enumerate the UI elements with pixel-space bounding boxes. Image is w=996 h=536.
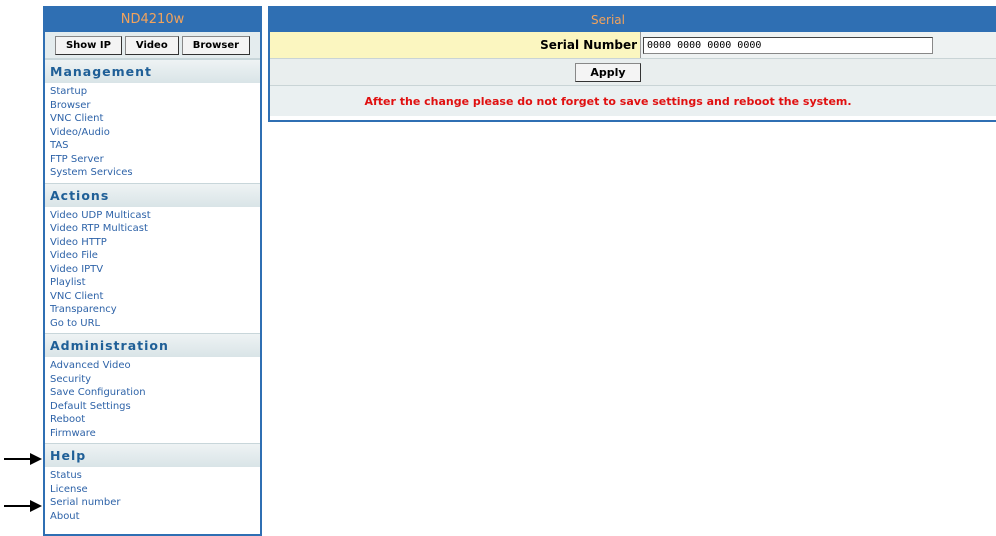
serial-number-label: Serial Number: [270, 32, 641, 58]
sidebar-item-video-audio[interactable]: Video/Audio: [50, 126, 260, 140]
sidebar-sections: Management Startup Browser VNC Client Video/…: [45, 59, 260, 526]
browser-button[interactable]: Browser: [181, 35, 251, 55]
section-list: Advanced Video Security Save Configuration…: [45, 357, 260, 443]
section-list: Video UDP Multicast Video RTP Multicast Vi…: [45, 207, 260, 334]
arrow-pointer-icon: [4, 453, 42, 465]
sidebar-item-tas[interactable]: TAS: [50, 139, 260, 153]
sidebar-item-video-rtp-multicast[interactable]: Video RTP Multicast: [50, 222, 260, 236]
serial-panel: Serial Serial Number Apply After the cha…: [268, 6, 996, 122]
arrow-pointer-icon: [4, 500, 42, 512]
sidebar-item-status[interactable]: Status: [50, 469, 260, 483]
device-title: ND4210w: [45, 8, 260, 32]
apply-row: Apply: [270, 59, 996, 86]
sidebar-item-ftp-server[interactable]: FTP Server: [50, 153, 260, 167]
sidebar-item-vnc-client[interactable]: VNC Client: [50, 290, 260, 304]
section-header-actions: Actions: [45, 182, 260, 207]
sidebar-item-serial-number[interactable]: Serial number: [50, 496, 260, 510]
sidebar-item-system-services[interactable]: System Services: [50, 166, 260, 180]
sidebar-item-firmware[interactable]: Firmware: [50, 427, 260, 441]
sidebar-item-vnc-client[interactable]: VNC Client: [50, 112, 260, 126]
apply-button[interactable]: Apply: [575, 62, 641, 82]
sidebar-item-reboot[interactable]: Reboot: [50, 413, 260, 427]
quick-buttons: Show IP Video Browser: [45, 32, 260, 59]
section-header-management: Management: [45, 59, 260, 83]
serial-input-cell: [641, 32, 996, 58]
section-list: Startup Browser VNC Client Video/Audio TAS FT…: [45, 83, 260, 183]
panel-title: Serial: [270, 8, 996, 32]
sidebar-item-save-configuration[interactable]: Save Configuration: [50, 386, 260, 400]
sidebar-item-video-udp-multicast[interactable]: Video UDP Multicast: [50, 209, 260, 223]
sidebar-item-security[interactable]: Security: [50, 373, 260, 387]
sidebar-item-video-http[interactable]: Video HTTP: [50, 236, 260, 250]
sidebar-item-playlist[interactable]: Playlist: [50, 276, 260, 290]
sidebar-item-video-iptv[interactable]: Video IPTV: [50, 263, 260, 277]
sidebar-item-startup[interactable]: Startup: [50, 85, 260, 99]
warning-message: After the change please do not forget to…: [270, 86, 996, 116]
video-button[interactable]: Video: [124, 35, 179, 55]
section-header-help: Help: [45, 443, 260, 467]
sidebar-item-video-file[interactable]: Video File: [50, 249, 260, 263]
section-header-administration: Administration: [45, 333, 260, 357]
serial-number-row: Serial Number: [270, 32, 996, 59]
show-ip-button[interactable]: Show IP: [54, 35, 122, 55]
sidebar-item-default-settings[interactable]: Default Settings: [50, 400, 260, 414]
sidebar: ND4210w Show IP Video Browser Management…: [43, 6, 262, 536]
sidebar-item-advanced-video[interactable]: Advanced Video: [50, 359, 260, 373]
sidebar-item-browser[interactable]: Browser: [50, 99, 260, 113]
sidebar-item-license[interactable]: License: [50, 483, 260, 497]
sidebar-item-transparency[interactable]: Transparency: [50, 303, 260, 317]
serial-number-input[interactable]: [643, 36, 933, 54]
section-list: Status License Serial number About: [45, 467, 260, 526]
sidebar-item-go-to-url[interactable]: Go to URL: [50, 317, 260, 331]
sidebar-item-about[interactable]: About: [50, 510, 260, 524]
